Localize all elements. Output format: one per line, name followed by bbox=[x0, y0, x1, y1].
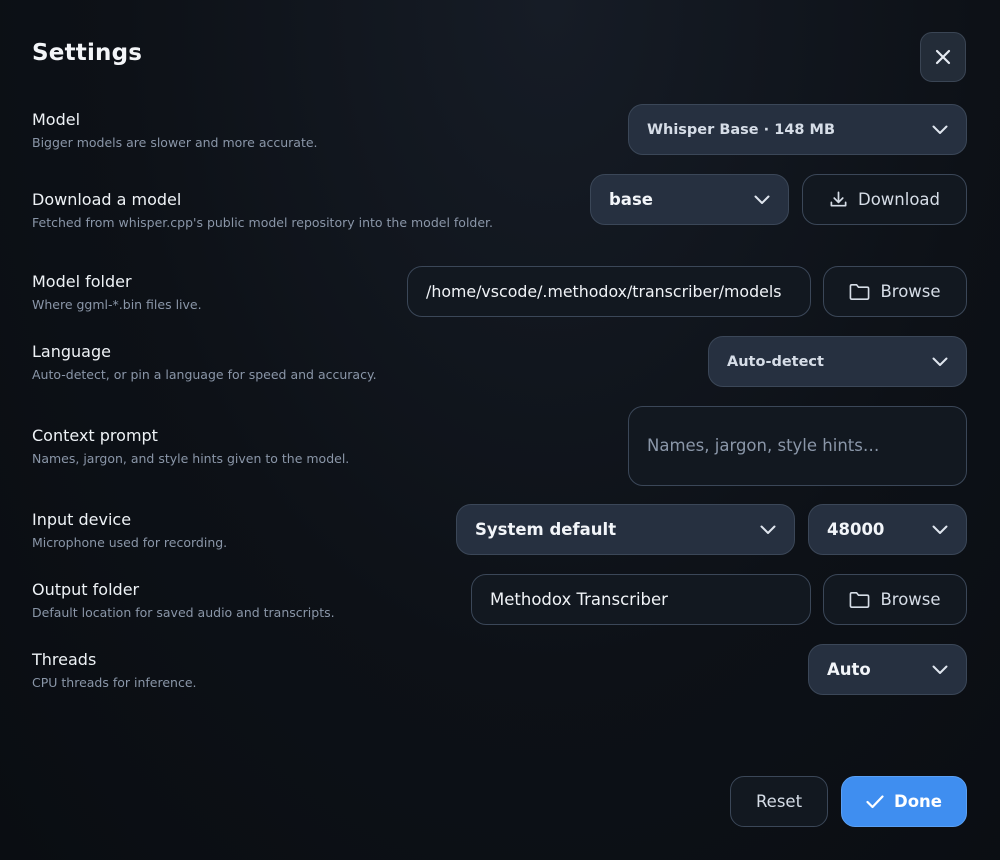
threads-description: CPU threads for inference. bbox=[32, 675, 197, 690]
context-prompt-label: Context prompt bbox=[32, 426, 158, 445]
model-folder-field[interactable]: /home/vscode/.methodox/transcriber/model… bbox=[407, 266, 811, 317]
download-button[interactable]: Download bbox=[802, 174, 967, 225]
download-label: Download a model bbox=[32, 190, 182, 209]
context-prompt-description: Names, jargon, and style hints given to … bbox=[32, 451, 350, 466]
output-folder-description: Default location for saved audio and tra… bbox=[32, 605, 335, 620]
download-description: Fetched from whisper.cpp's public model … bbox=[32, 215, 494, 230]
threads-select[interactable]: Auto bbox=[808, 644, 967, 695]
input-device-label: Input device bbox=[32, 510, 132, 529]
download-button-label: Download bbox=[857, 190, 941, 209]
download-model-value: base bbox=[609, 190, 653, 209]
chevron-down-icon bbox=[760, 525, 776, 535]
model-label: Model bbox=[32, 110, 81, 129]
download-icon bbox=[829, 190, 848, 209]
input-device-select[interactable]: System default bbox=[456, 504, 795, 555]
output-folder-field[interactable]: Methodox Transcriber bbox=[471, 574, 811, 625]
sample-rate-select[interactable]: 48000 bbox=[808, 504, 967, 555]
input-device-description: Microphone used for recording. bbox=[32, 535, 228, 550]
close-button[interactable] bbox=[920, 32, 966, 82]
check-icon bbox=[866, 794, 884, 809]
done-button-label: Done bbox=[894, 792, 942, 811]
output-folder-value: Methodox Transcriber bbox=[490, 590, 668, 609]
download-row-label: Download a model Fetched from whisper.cp… bbox=[32, 190, 493, 231]
output-folder-row-label: Output folder Default location for saved… bbox=[32, 580, 335, 621]
context-prompt-textarea[interactable]: Names, jargon, style hints… bbox=[628, 406, 967, 486]
browse-button-label: Browse bbox=[880, 590, 941, 609]
context-prompt-placeholder: Names, jargon, style hints… bbox=[647, 436, 880, 455]
model-row-label: Model Bigger models are slower and more … bbox=[32, 110, 318, 151]
reset-button-label: Reset bbox=[755, 792, 803, 811]
threads-row-label: Threads CPU threads for inference. bbox=[32, 650, 197, 691]
folder-icon bbox=[849, 591, 870, 609]
page-title: Settings bbox=[32, 40, 143, 66]
folder-icon bbox=[849, 283, 870, 301]
input-device-row-label: Input device Microphone used for recordi… bbox=[32, 510, 227, 551]
input-device-value: System default bbox=[475, 520, 617, 539]
chevron-down-icon bbox=[932, 525, 948, 535]
chevron-down-icon bbox=[754, 195, 770, 205]
done-button[interactable]: Done bbox=[841, 776, 967, 827]
language-row-label: Language Auto-detect, or pin a language … bbox=[32, 342, 377, 383]
sample-rate-value: 48000 bbox=[827, 520, 885, 539]
browse-button-label: Browse bbox=[880, 282, 941, 301]
output-folder-browse-button[interactable]: Browse bbox=[823, 574, 967, 625]
model-description: Bigger models are slower and more accura… bbox=[32, 135, 318, 150]
model-folder-browse-button[interactable]: Browse bbox=[823, 266, 967, 317]
output-folder-label: Output folder bbox=[32, 580, 140, 599]
model-folder-row-label: Model folder Where ggml-*.bin files live… bbox=[32, 272, 202, 313]
context-prompt-row-label: Context prompt Names, jargon, and style … bbox=[32, 426, 349, 467]
reset-button[interactable]: Reset bbox=[730, 776, 828, 827]
model-folder-value: /home/vscode/.methodox/transcriber/model… bbox=[426, 282, 782, 301]
language-description: Auto-detect, or pin a language for speed… bbox=[32, 367, 377, 382]
model-folder-description: Where ggml-*.bin files live. bbox=[32, 297, 202, 312]
model-select-value: Whisper Base · 148 MB bbox=[647, 121, 836, 138]
threads-label: Threads bbox=[32, 650, 97, 669]
download-model-select[interactable]: base bbox=[590, 174, 789, 225]
model-folder-label: Model folder bbox=[32, 272, 132, 291]
close-icon bbox=[935, 49, 951, 65]
language-select-value: Auto-detect bbox=[727, 353, 824, 370]
chevron-down-icon bbox=[932, 125, 948, 135]
language-select[interactable]: Auto-detect bbox=[708, 336, 967, 387]
chevron-down-icon bbox=[932, 357, 948, 367]
model-select[interactable]: Whisper Base · 148 MB bbox=[628, 104, 967, 155]
threads-value: Auto bbox=[827, 660, 871, 679]
language-label: Language bbox=[32, 342, 111, 361]
chevron-down-icon bbox=[932, 665, 948, 675]
